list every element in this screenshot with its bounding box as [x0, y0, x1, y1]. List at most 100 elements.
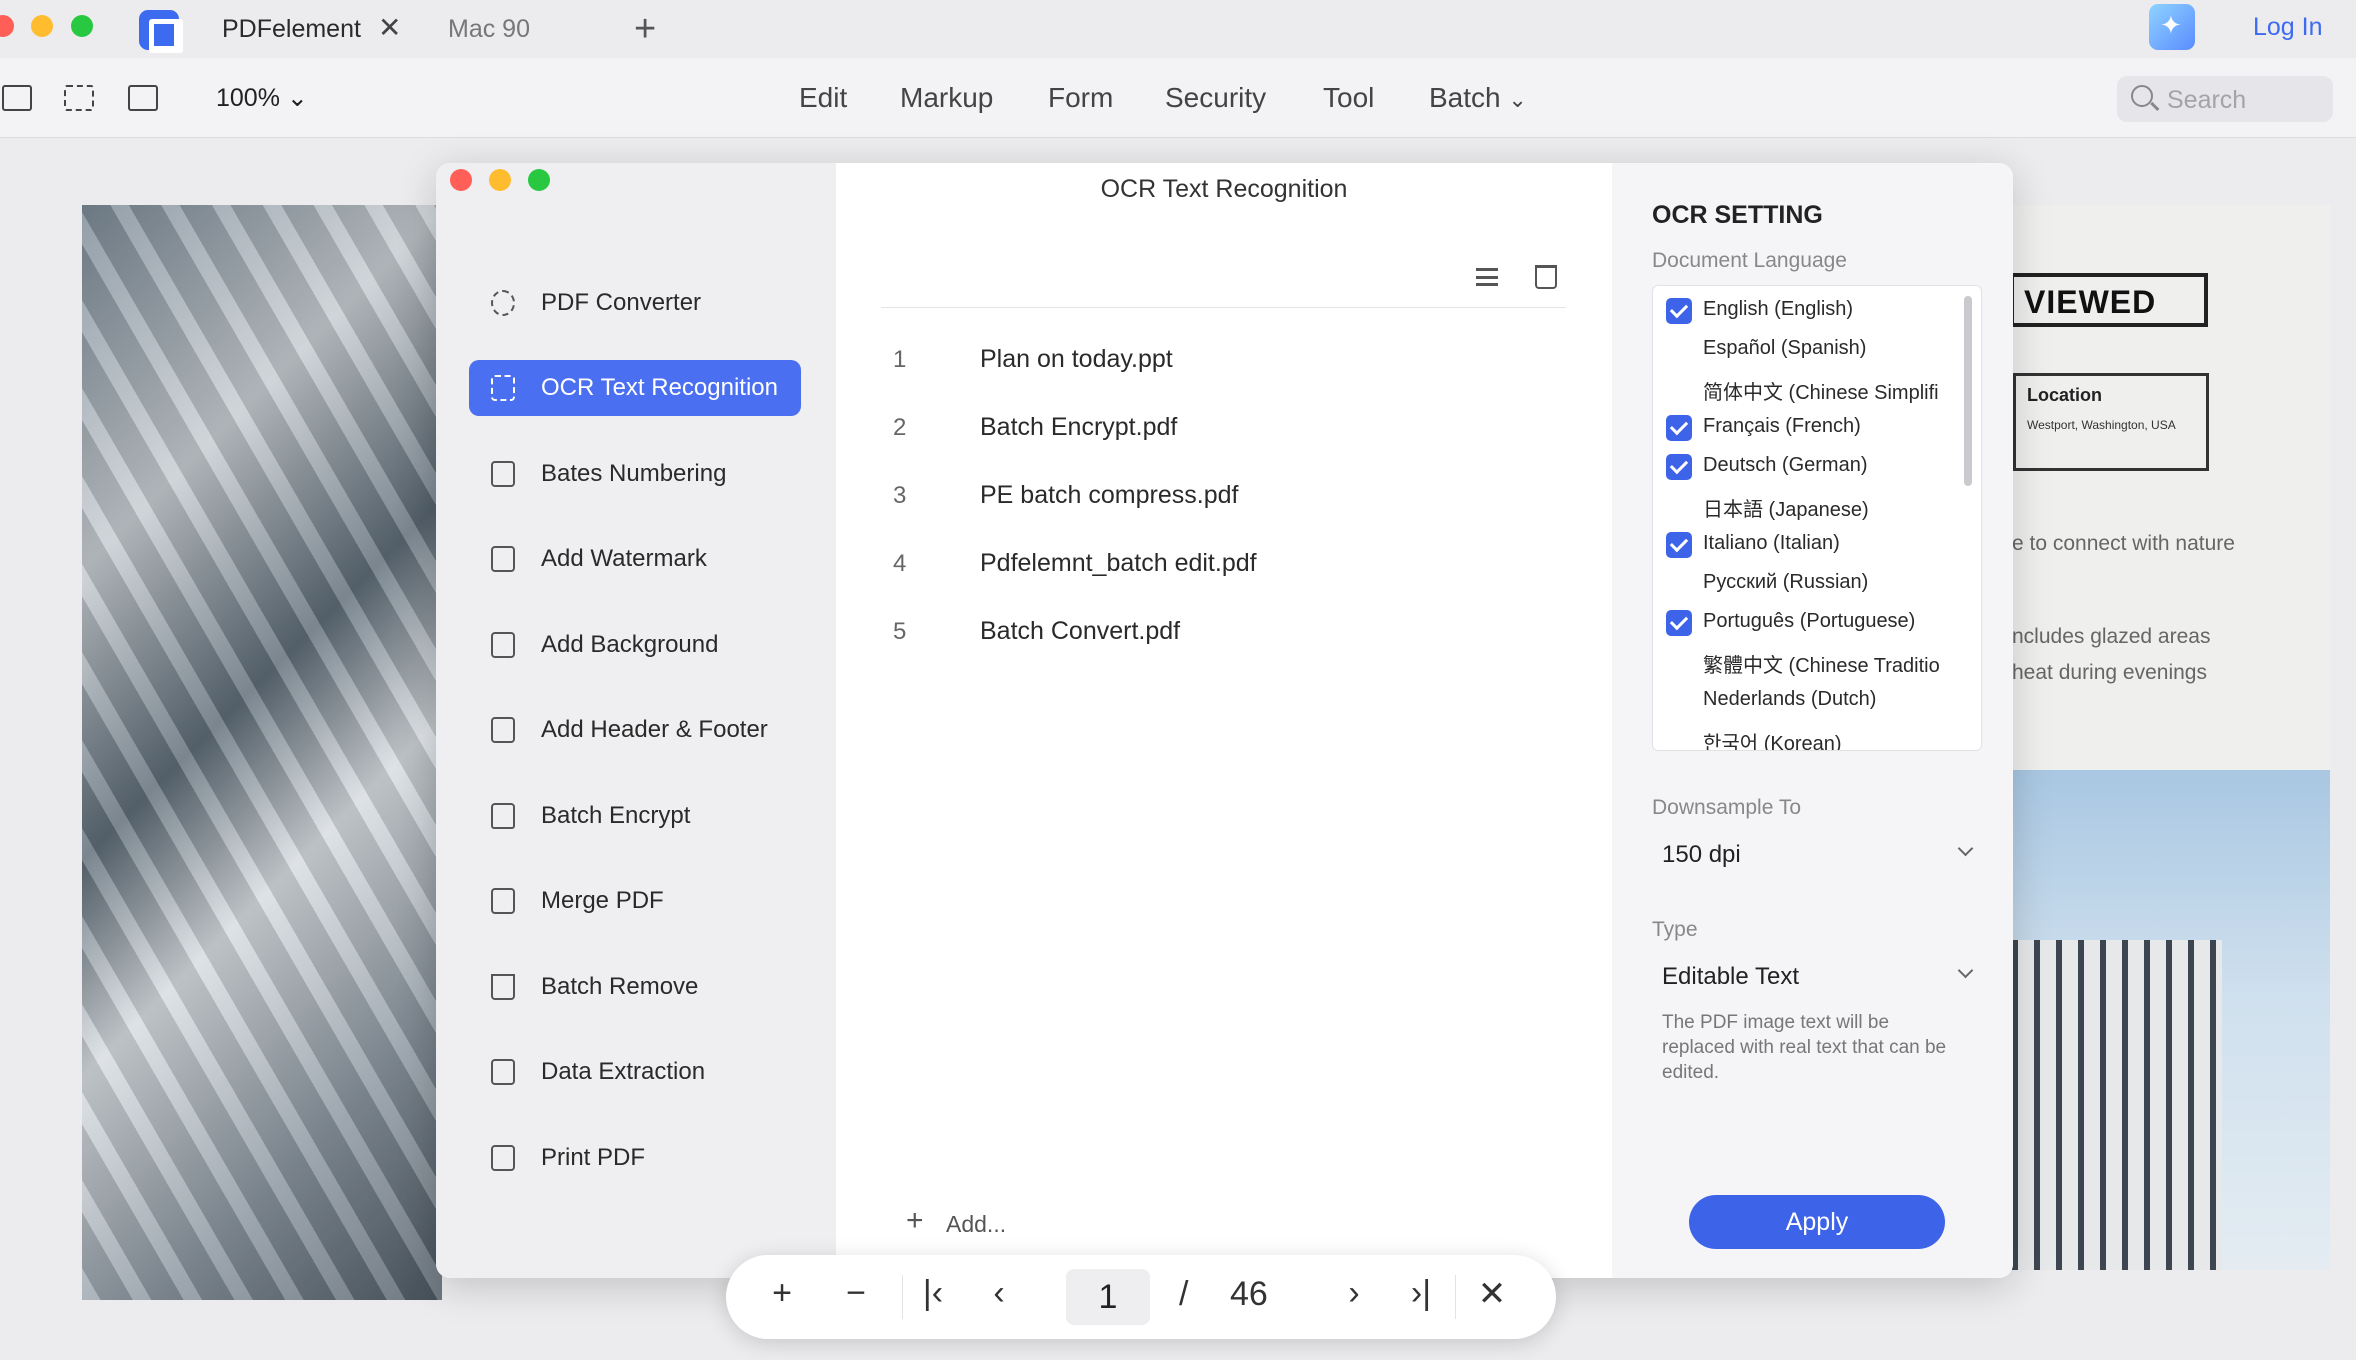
type-select[interactable]: Editable Text: [1652, 951, 1982, 1003]
sidebar-item-print-pdf[interactable]: Print PDF: [469, 1130, 801, 1186]
language-option[interactable]: Nederlands (Dutch): [1653, 680, 1953, 719]
ocr-settings-panel: OCR SETTING Document Language English (E…: [1612, 163, 2013, 1278]
language-option[interactable]: Français (French): [1653, 407, 1953, 446]
dialog-close-dot[interactable]: [450, 169, 472, 191]
sidebar-item-ocr-text-recognition[interactable]: OCR Text Recognition: [469, 360, 801, 416]
menu-markup[interactable]: Markup: [900, 82, 993, 114]
grid-view-icon[interactable]: [64, 85, 94, 111]
sidebar-toggle-icon[interactable]: [2, 85, 32, 111]
language-option[interactable]: Русский (Russian): [1653, 563, 1953, 602]
language-checkbox[interactable]: [1666, 688, 1692, 714]
zoom-out-icon[interactable]: −: [836, 1274, 876, 1313]
file-name: PE batch compress.pdf: [980, 481, 1239, 509]
language-checkbox[interactable]: [1666, 610, 1692, 636]
window-zoom-dot[interactable]: [71, 15, 93, 37]
apply-button[interactable]: Apply: [1689, 1195, 1945, 1249]
document-text-line: heat during evenings: [2012, 661, 2207, 684]
file-name: Batch Encrypt.pdf: [980, 413, 1178, 441]
file-list-item[interactable]: 1 Plan on today.ppt: [881, 336, 1566, 386]
file-list-item[interactable]: 3 PE batch compress.pdf: [881, 472, 1566, 522]
chevron-down-icon: [1957, 840, 1974, 857]
add-files-button[interactable]: + Add...: [884, 1198, 1044, 1248]
language-checkbox[interactable]: [1666, 298, 1692, 324]
chevron-down-icon: [1957, 962, 1974, 979]
language-checkbox[interactable]: [1666, 532, 1692, 558]
reading-mode-icon[interactable]: [128, 85, 158, 111]
menu-batch[interactable]: Batch ⌄: [1429, 82, 1527, 114]
sidebar-item-data-extraction[interactable]: Data Extraction: [469, 1044, 801, 1100]
language-label: Português (Portuguese): [1703, 610, 1916, 632]
close-navigator-icon[interactable]: ✕: [1472, 1274, 1512, 1314]
ai-assistant-icon[interactable]: [2149, 4, 2195, 50]
language-option[interactable]: 繁體中文 (Chinese Traditio: [1653, 641, 1953, 680]
sidebar-item-pdf-converter[interactable]: PDF Converter: [469, 275, 801, 331]
zoom-in-icon[interactable]: +: [762, 1274, 802, 1313]
sidebar-item-add-header-footer[interactable]: Add Header & Footer: [469, 702, 801, 758]
first-page-icon[interactable]: |‹: [913, 1274, 953, 1313]
divider: [1455, 1275, 1456, 1319]
sidebar-item-add-watermark[interactable]: Add Watermark: [469, 531, 801, 587]
language-checkbox[interactable]: [1666, 649, 1692, 675]
file-list-item[interactable]: 4 Pdfelemnt_batch edit.pdf: [881, 540, 1566, 590]
language-option[interactable]: Deutsch (German): [1653, 446, 1953, 485]
batch-tools-sidebar: PDF Converter OCR Text Recognition Bates…: [436, 163, 836, 1278]
tab-pdfelement[interactable]: PDFelement: [222, 15, 361, 44]
divider: [881, 307, 1566, 308]
dialog-zoom-dot[interactable]: [528, 169, 550, 191]
language-option[interactable]: 한국어 (Korean): [1653, 719, 1953, 751]
language-list-scrollbar[interactable]: [1964, 296, 1972, 486]
search-input[interactable]: Search: [2117, 76, 2333, 122]
language-checkbox[interactable]: [1666, 493, 1692, 519]
tab-close-icon[interactable]: ✕: [378, 11, 401, 44]
sidebar-item-merge-pdf[interactable]: Merge PDF: [469, 873, 801, 929]
menu-edit[interactable]: Edit: [799, 82, 847, 114]
file-list-item[interactable]: 2 Batch Encrypt.pdf: [881, 404, 1566, 454]
window-close-dot[interactable]: [0, 15, 14, 37]
language-option[interactable]: Italiano (Italian): [1653, 524, 1953, 563]
language-label: Русский (Russian): [1703, 571, 1869, 593]
language-checkbox[interactable]: [1666, 571, 1692, 597]
language-option[interactable]: 简体中文 (Chinese Simplifi: [1653, 368, 1953, 407]
printer-icon: [491, 1145, 515, 1171]
new-tab-plus-icon[interactable]: +: [634, 8, 656, 51]
language-checkbox[interactable]: [1666, 727, 1692, 750]
language-checkbox[interactable]: [1666, 337, 1692, 363]
document-text-line: e to connect with nature: [2012, 532, 2235, 555]
language-label: Italiano (Italian): [1703, 532, 1840, 554]
menu-form[interactable]: Form: [1048, 82, 1113, 114]
language-checkbox[interactable]: [1666, 415, 1692, 441]
list-menu-icon[interactable]: [1476, 268, 1498, 286]
zoom-level-dropdown[interactable]: 100% ⌄: [216, 83, 308, 113]
last-page-icon[interactable]: ›|: [1401, 1274, 1441, 1313]
previous-page-icon[interactable]: ‹: [979, 1274, 1019, 1313]
window-minimize-dot[interactable]: [31, 15, 53, 37]
language-label: Deutsch (German): [1703, 454, 1868, 476]
dialog-minimize-dot[interactable]: [489, 169, 511, 191]
downsample-select[interactable]: 150 dpi: [1652, 829, 1982, 881]
main-toolbar: 100% ⌄ Edit Markup Form Security Tool Ba…: [0, 58, 2356, 138]
menu-security[interactable]: Security: [1165, 82, 1266, 114]
language-option[interactable]: English (English): [1653, 290, 1953, 329]
tab-mac-90[interactable]: Mac 90: [448, 15, 530, 44]
language-checkbox[interactable]: [1666, 376, 1692, 402]
file-list-item[interactable]: 5 Batch Convert.pdf: [881, 608, 1566, 658]
language-list[interactable]: English (English) Español (Spanish) 简体中文 (…: [1652, 285, 1982, 751]
sidebar-item-add-background[interactable]: Add Background: [469, 617, 801, 673]
current-page-input[interactable]: 1: [1066, 1269, 1150, 1325]
sidebar-item-batch-encrypt[interactable]: Batch Encrypt: [469, 788, 801, 844]
language-checkbox[interactable]: [1666, 454, 1692, 480]
sidebar-item-bates-numbering[interactable]: Bates Numbering: [469, 446, 801, 502]
document-text-line: ncludes glazed areas: [2012, 625, 2211, 648]
next-page-icon[interactable]: ›: [1334, 1274, 1374, 1313]
language-label: Español (Spanish): [1703, 337, 1867, 359]
language-label: English (English): [1703, 298, 1854, 320]
clear-list-trash-icon[interactable]: [1535, 265, 1557, 289]
language-label: 한국어 (Korean): [1703, 733, 1842, 751]
refresh-icon: [491, 290, 515, 316]
menu-tool[interactable]: Tool: [1323, 82, 1374, 114]
language-option[interactable]: 日本語 (Japanese): [1653, 485, 1953, 524]
login-link[interactable]: Log In: [2253, 13, 2323, 42]
language-option[interactable]: Español (Spanish): [1653, 329, 1953, 368]
language-option[interactable]: Português (Portuguese): [1653, 602, 1953, 641]
sidebar-item-batch-remove[interactable]: Batch Remove: [469, 959, 801, 1015]
